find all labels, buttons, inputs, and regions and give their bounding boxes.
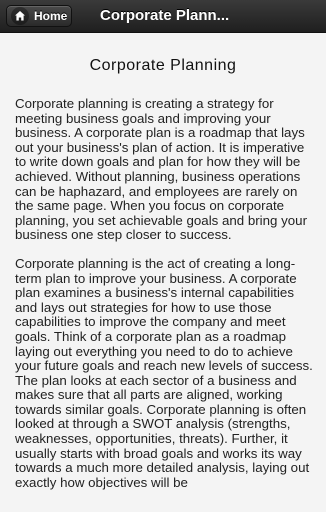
page-title: Corporate Planning (89, 57, 237, 74)
home-button[interactable]: Home (6, 5, 72, 27)
content-area[interactable]: Corporate Planning Corporate planning is… (0, 33, 326, 512)
home-button-label: Home (34, 9, 68, 23)
header-title: Corporate Plann... (100, 7, 230, 24)
article-paragraph-1: Corporate planning is creating a strateg… (15, 96, 307, 243)
home-icon (11, 7, 29, 25)
article-paragraph-2: Corporate planning is the act of creatin… (15, 255, 313, 490)
app-header: Home Corporate Plann... (0, 0, 326, 33)
